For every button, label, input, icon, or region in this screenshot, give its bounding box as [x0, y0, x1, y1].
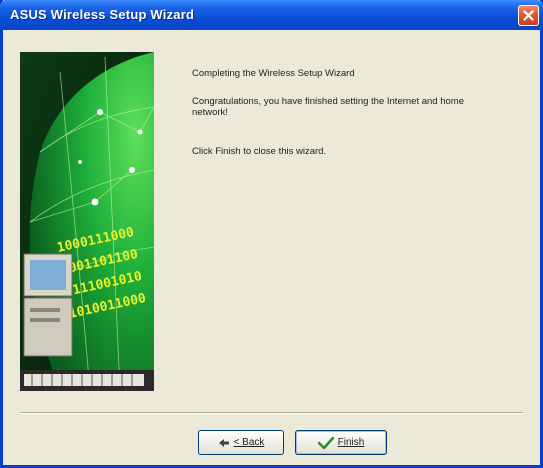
back-button-label: < Back [233, 437, 265, 448]
wizard-message: Congratulations, you have finished setti… [192, 96, 464, 118]
close-button[interactable] [518, 5, 539, 26]
wizard-instruction: Click Finish to close this wizard. [192, 146, 327, 157]
finish-button-label: Finish [337, 437, 365, 448]
close-icon [523, 10, 534, 21]
finish-button[interactable]: Finish [295, 430, 387, 455]
back-arrow-icon [218, 438, 230, 448]
footer-separator [20, 412, 523, 414]
back-button[interactable]: < Back [198, 430, 284, 455]
title-bar[interactable]: ASUS Wireless Setup Wizard [0, 0, 543, 30]
window-title: ASUS Wireless Setup Wizard [10, 7, 195, 22]
checkmark-icon [317, 436, 334, 449]
wizard-banner-image: 1000111000 1001101100 0111001010 1010011… [20, 52, 154, 391]
wizard-window: ASUS Wireless Setup Wizard 1000111000 10… [0, 0, 543, 468]
wizard-heading: Completing the Wireless Setup Wizard [192, 68, 355, 79]
